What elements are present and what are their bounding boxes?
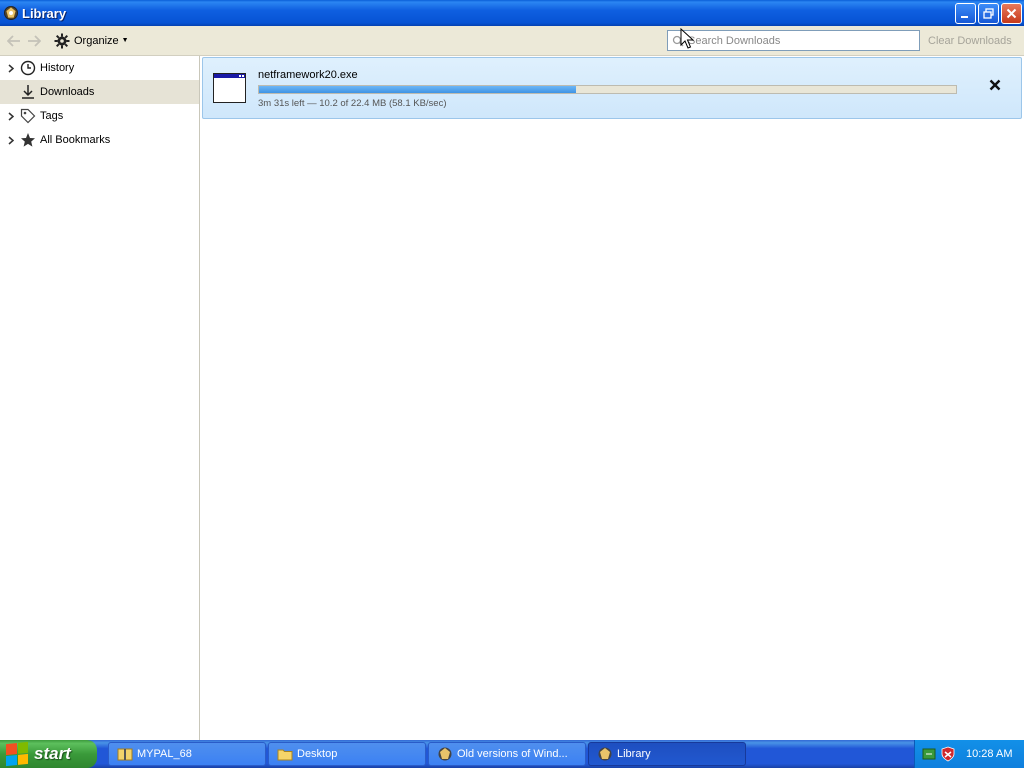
download-item[interactable]: netframework20.exe 3m 31s left — 10.2 of… — [202, 57, 1022, 119]
forward-button[interactable] — [24, 31, 44, 51]
taskbar-item-label: Desktop — [297, 748, 338, 760]
forward-arrow-icon — [28, 34, 41, 47]
sidebar-item-tags[interactable]: Tags — [0, 104, 199, 128]
download-arrow-icon — [19, 83, 37, 101]
tag-icon — [19, 107, 37, 125]
mouse-cursor-icon — [680, 28, 694, 49]
library-app-icon — [3, 5, 19, 21]
clock-icon — [19, 59, 37, 77]
gear-icon — [54, 33, 70, 48]
cancel-x-icon — [989, 79, 1001, 91]
back-button[interactable] — [4, 31, 24, 51]
library-app-icon — [598, 747, 612, 761]
taskbar-item-label: Old versions of Wind... — [457, 748, 568, 760]
back-arrow-icon — [7, 34, 20, 47]
sidebar: History Downloads Tags All Bookmarks — [0, 56, 200, 740]
system-tray: 10:28 AM — [914, 740, 1024, 768]
star-icon — [19, 131, 37, 149]
toolbar: Organize ▼ Clear Downloads — [0, 26, 1024, 56]
minimize-icon — [961, 16, 968, 18]
folder-zip-icon — [117, 748, 133, 761]
search-downloads-input[interactable] — [688, 34, 908, 47]
search-field[interactable] — [667, 30, 920, 51]
taskbar-item-browser[interactable]: Old versions of Wind... — [428, 742, 586, 766]
sidebar-item-label: History — [40, 62, 75, 74]
close-icon — [1006, 8, 1017, 19]
sidebar-item-label: All Bookmarks — [40, 134, 111, 146]
clock[interactable]: 10:28 AM — [966, 748, 1012, 760]
restore-button[interactable] — [978, 3, 999, 24]
sidebar-item-label: Tags — [40, 110, 64, 122]
download-status: 3m 31s left — 10.2 of 22.4 MB (58.1 KB/s… — [258, 98, 447, 109]
browser-icon — [438, 747, 452, 761]
restore-icon — [983, 8, 994, 19]
security-shield-icon[interactable] — [940, 746, 956, 762]
title-bar[interactable]: Library — [0, 0, 1024, 26]
close-button[interactable] — [1001, 3, 1022, 24]
window-title: Library — [22, 5, 67, 21]
progress-fill — [259, 86, 577, 93]
clear-downloads-button[interactable]: Clear Downloads — [928, 35, 1012, 47]
taskbar-item-desktop[interactable]: Desktop — [268, 742, 426, 766]
organize-menu-button[interactable]: Organize ▼ — [54, 30, 129, 52]
windows-logo-icon — [6, 741, 28, 767]
taskbar-item-label: MYPAL_68 — [137, 748, 192, 760]
downloads-list: netframework20.exe 3m 31s left — 10.2 of… — [200, 56, 1024, 740]
taskbar: start MYPAL_68 Desktop Old versions of W… — [0, 740, 1024, 768]
expand-arrow-icon[interactable] — [5, 135, 17, 145]
taskbar-item-label: Library — [617, 748, 651, 760]
start-label: start — [34, 744, 71, 763]
download-progress-bar — [258, 85, 957, 94]
folder-icon — [277, 749, 293, 761]
taskbar-item-mypal[interactable]: MYPAL_68 — [108, 742, 266, 766]
network-icon[interactable] — [921, 746, 937, 762]
start-button[interactable]: start — [0, 740, 97, 768]
expand-arrow-icon[interactable] — [5, 111, 17, 121]
minimize-button[interactable] — [955, 3, 976, 24]
organize-label: Organize — [74, 34, 119, 47]
caret-down-icon: ▼ — [121, 37, 129, 44]
executable-file-icon — [213, 73, 246, 103]
sidebar-item-downloads[interactable]: Downloads — [0, 80, 199, 104]
download-file-name: netframework20.exe — [258, 69, 358, 81]
expand-arrow-icon[interactable] — [5, 63, 17, 73]
sidebar-item-label: Downloads — [40, 86, 95, 98]
taskbar-item-library[interactable]: Library — [588, 742, 746, 766]
cancel-download-button[interactable] — [989, 78, 1001, 96]
sidebar-item-history[interactable]: History — [0, 56, 199, 80]
sidebar-item-all-bookmarks[interactable]: All Bookmarks — [0, 128, 199, 152]
